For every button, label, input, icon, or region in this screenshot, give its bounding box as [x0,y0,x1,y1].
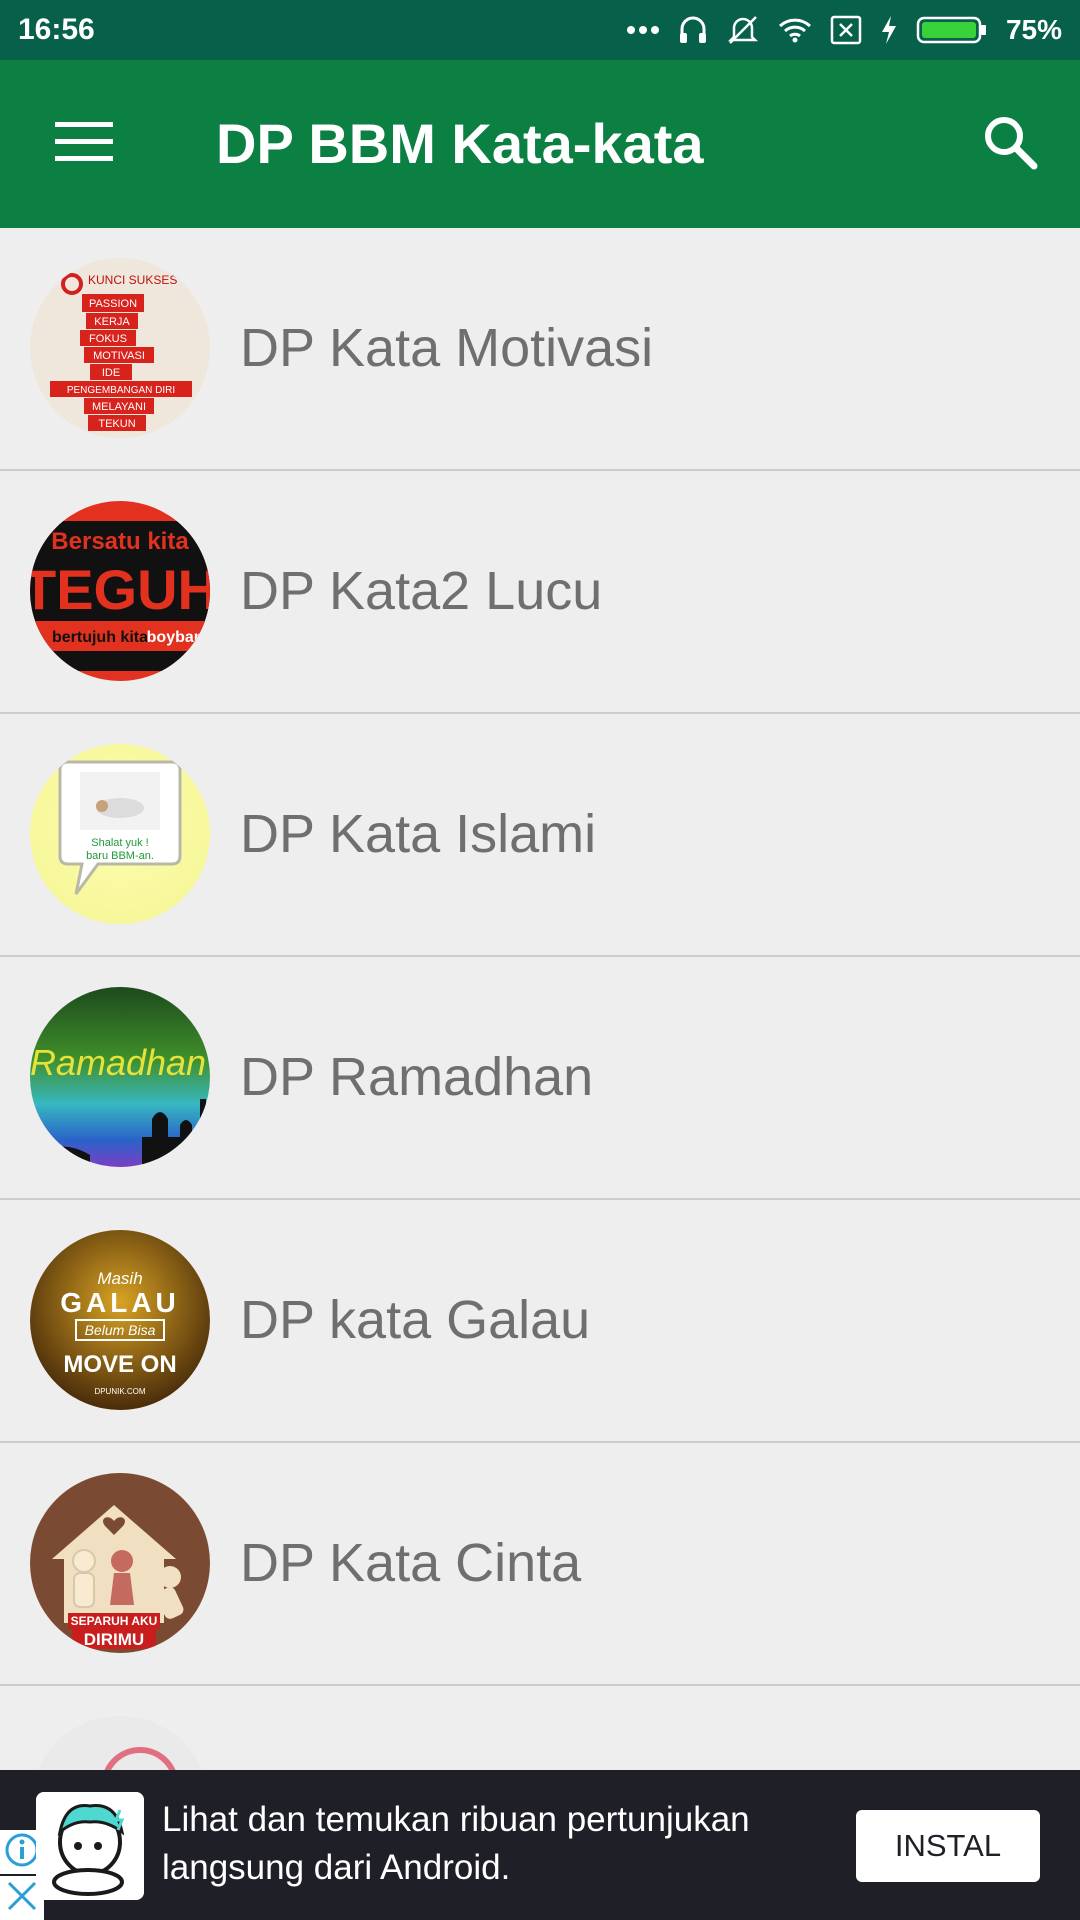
list-item[interactable]: KUNCI SUKSES PASSION KERJA FOKUS MOTIVAS… [0,228,1080,471]
thumbnail-lucu: Bersatu kita TEGUH bertujuh kita boyband [30,501,210,681]
thumbnail-motivasi: KUNCI SUKSES PASSION KERJA FOKUS MOTIVAS… [30,258,210,438]
thumbnail-cinta: SEPARUH AKU DIRIMU [30,1473,210,1653]
list-item[interactable]: SEPARUH AKU DIRIMU DP Kata Cinta [0,1443,1080,1686]
svg-text:TEKUN: TEKUN [98,418,135,430]
svg-text:PASSION: PASSION [89,298,137,310]
status-bar: 16:56 75% [0,0,1080,60]
svg-text:KUNCI SUKSES: KUNCI SUKSES [88,273,177,287]
svg-text:Bersatu kita: Bersatu kita [51,528,189,555]
item-label: DP Kata Cinta [240,1533,582,1593]
svg-text:GALAU: GALAU [60,1287,180,1318]
svg-text:MELAYANI: MELAYANI [92,401,146,413]
svg-text:DPUNIK.COM: DPUNIK.COM [94,1387,145,1396]
search-button[interactable] [966,104,1054,184]
svg-text:boyband: boyband [147,629,210,646]
ad-text: Lihat dan temukan ribuan pertunjukan lan… [162,1800,750,1887]
svg-text:KERJA: KERJA [94,316,130,328]
search-icon [982,114,1038,175]
list-item[interactable]: Shalat yuk ! baru BBM-an. DP Kata Islami [0,714,1080,957]
item-label: DP Kata2 Lucu [240,561,603,621]
svg-text:DIRIMU: DIRIMU [84,1630,144,1649]
hamburger-icon [55,120,113,169]
list-item[interactable]: Bersatu kita TEGUH bertujuh kita boyband… [0,471,1080,714]
battery-percent: 75% [1005,14,1062,45]
category-list: KUNCI SUKSES PASSION KERJA FOKUS MOTIVAS… [0,228,1080,1770]
item-label: DP Kata Islami [240,804,597,864]
svg-text:PENGEMBANGAN DIRI: PENGEMBANGAN DIRI [67,385,175,396]
svg-text:MOTIVASI: MOTIVASI [93,350,145,362]
status-icons: 75% [626,0,1062,60]
ad-banner[interactable]: Lihat dan temukan ribuan pertunjukan lan… [0,1770,1080,1920]
thumbnail-islami: Shalat yuk ! baru BBM-an. [30,744,210,924]
svg-text:Masih: Masih [97,1269,142,1288]
item-label: DP kata Galau [240,1290,591,1350]
battery-icon [916,15,988,45]
svg-text:FOKUS: FOKUS [89,333,127,345]
menu-button[interactable] [40,104,128,184]
app-bar: DP BBM Kata-kata [0,60,1080,228]
svg-text:Ramadhan: Ramadhan [30,1042,206,1083]
svg-text:baru BBM-an.: baru BBM-an. [86,850,154,862]
install-button[interactable]: INSTAL [856,1810,1040,1882]
list-item[interactable]: Ramadhan DP Ramadhan [0,957,1080,1200]
close-icon [5,1879,39,1918]
list-item[interactable]: Masih GALAU Belum Bisa MOVE ON DPUNIK.CO… [0,1200,1080,1443]
svg-text:MOVE ON: MOVE ON [63,1351,176,1378]
svg-text:IDE: IDE [102,367,120,379]
svg-text:SEPARUH AKU: SEPARUH AKU [71,1614,158,1628]
list-item[interactable] [0,1686,1080,1770]
sim-x-icon [830,15,862,45]
svg-text:Belum Bisa: Belum Bisa [85,1322,156,1338]
ad-app-logo [36,1792,144,1900]
thumbnail-ramadhan: Ramadhan [30,987,210,1167]
more-dots-icon [626,24,660,36]
thumbnail-partial [30,1716,210,1770]
svg-text:Shalat yuk !: Shalat yuk ! [91,837,148,849]
status-time: 16:56 [18,13,95,46]
headset-icon [678,15,708,45]
item-label: DP Ramadhan [240,1047,594,1107]
wifi-icon [778,17,812,43]
charging-icon [880,15,898,45]
thumbnail-galau: Masih GALAU Belum Bisa MOVE ON DPUNIK.CO… [30,1230,210,1410]
info-icon [4,1832,40,1873]
app-title: DP BBM Kata-kata [216,112,704,175]
svg-text:bertujuh kita: bertujuh kita [52,629,148,646]
svg-text:TEGUH: TEGUH [30,558,210,621]
mute-icon [726,15,760,45]
item-label: DP Kata Motivasi [240,318,654,378]
